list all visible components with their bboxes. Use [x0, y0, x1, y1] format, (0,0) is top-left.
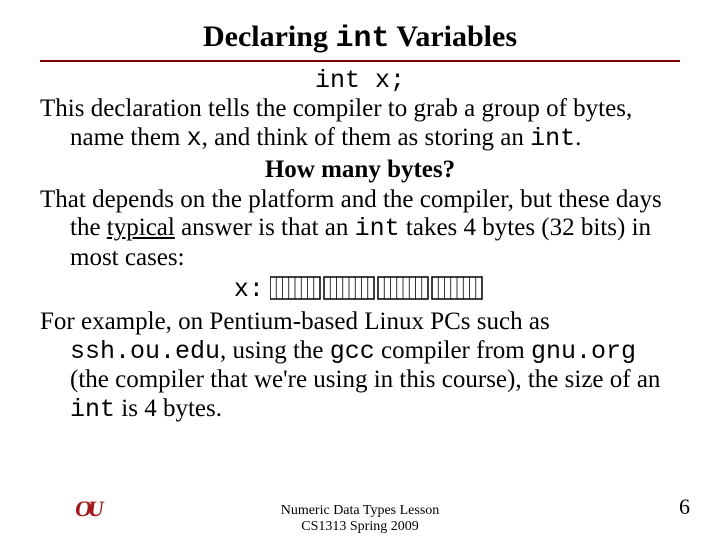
p3-t2: , using the [220, 337, 330, 364]
p2-c1: int [355, 214, 400, 243]
viz-label: x: [234, 275, 264, 304]
page-number: 6 [679, 494, 690, 520]
footer-line2: CS1313 Spring 2009 [0, 519, 720, 534]
p1-c1: x [187, 124, 202, 153]
slide-title: Declaring int Variables [40, 20, 680, 62]
footer: Numeric Data Types Lesson CS1313 Spring … [0, 503, 720, 534]
p3-t4: (the compiler that we're using in this c… [70, 366, 660, 393]
paragraph-2: That depends on the platform and the com… [40, 186, 680, 273]
ou-logo: OU [75, 496, 100, 522]
p2-t2: answer is that an [175, 214, 355, 241]
footer-line1: Numeric Data Types Lesson [0, 503, 720, 518]
p1-c2: int [530, 124, 575, 153]
p1-t3: . [575, 124, 581, 151]
p3-c1: ssh.ou.edu [70, 337, 220, 366]
p2-u1: typical [107, 214, 175, 241]
p3-t3: compiler from [375, 337, 531, 364]
subheading: How many bytes? [40, 156, 680, 184]
p1-t2: , and think of them as storing an [202, 124, 530, 151]
p3-c3: gnu.org [531, 337, 636, 366]
title-post: Variables [389, 20, 517, 53]
p3-c2: gcc [330, 337, 375, 366]
paragraph-1: This declaration tells the compiler to g… [40, 95, 680, 154]
byte-visualization: x: [40, 275, 680, 304]
paragraph-3: For example, on Pentium-based Linux PCs … [40, 308, 680, 425]
p3-t5: is 4 bytes. [115, 395, 222, 422]
bytes-icon [270, 276, 486, 300]
p3-t1: For example, on Pentium-based Linux PCs … [40, 308, 550, 335]
title-pre: Declaring [203, 20, 335, 53]
p3-c4: int [70, 395, 115, 424]
declaration-example: int x; [40, 66, 680, 95]
title-code: int [335, 22, 389, 56]
